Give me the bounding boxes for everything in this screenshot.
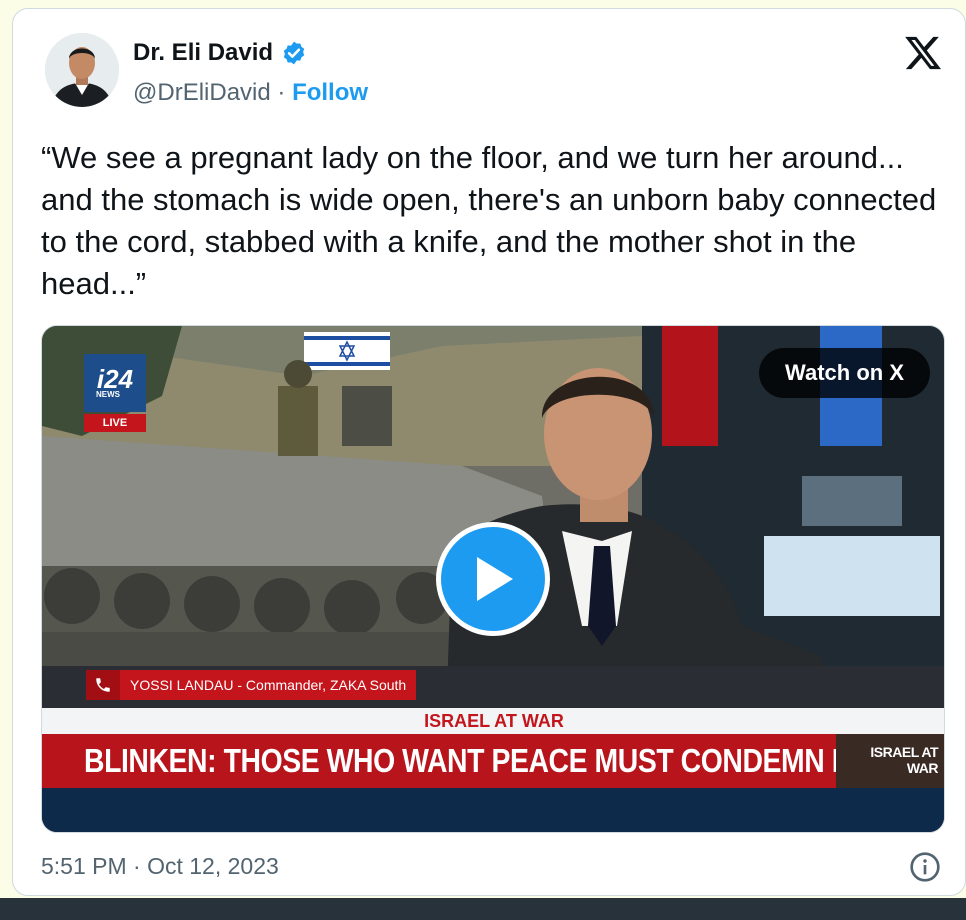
author-name[interactable]: Dr. Eli David xyxy=(133,39,273,67)
watch-on-x-button[interactable]: Watch on X xyxy=(759,348,930,398)
follow-button[interactable]: Follow xyxy=(292,79,368,106)
play-icon xyxy=(477,557,513,601)
separator-dot: · xyxy=(277,79,286,106)
caption-text: YOSSI LANDAU - Commander, ZAKA South xyxy=(130,677,407,693)
tweet-card: Dr. Eli David @DrEliDavid · Follow “We s… xyxy=(12,8,966,896)
video-player[interactable]: i24 NEWS LIVE Watch on X YOSSI LANDAU - … xyxy=(41,325,945,833)
ticker-main: BLINKEN: THOSE WHO WANT PEACE MUST CONDE… xyxy=(42,734,944,788)
ticker-headline-label: ISRAEL AT WAR xyxy=(42,708,944,734)
name-caption: YOSSI LANDAU - Commander, ZAKA South xyxy=(86,670,417,700)
live-tag: LIVE xyxy=(84,414,146,432)
x-logo-icon[interactable] xyxy=(903,33,943,73)
author-handle[interactable]: @DrEliDavid xyxy=(133,79,271,106)
channel-logo-sub: NEWS xyxy=(96,390,120,399)
play-button[interactable] xyxy=(436,522,550,636)
author-name-row: Dr. Eli David xyxy=(133,39,307,67)
tweet-timestamp[interactable]: 5:51 PM · Oct 12, 2023 xyxy=(41,853,279,880)
avatar[interactable] xyxy=(45,33,119,107)
phone-icon xyxy=(86,670,120,700)
channel-logo: i24 NEWS xyxy=(84,354,146,412)
ticker-main-text: BLINKEN: THOSE WHO WANT PEACE MUST CONDE… xyxy=(84,742,934,779)
ticker-bottom-bar xyxy=(42,788,944,832)
tweet-text: “We see a pregnant lady on the floor, an… xyxy=(41,140,937,301)
verified-badge-icon xyxy=(283,41,305,65)
ticker-badge: ISRAEL AT WAR xyxy=(836,734,944,788)
author-handle-row: @DrEliDavid · Follow xyxy=(133,79,368,107)
info-icon[interactable] xyxy=(909,851,941,883)
bottom-bar xyxy=(0,898,966,920)
